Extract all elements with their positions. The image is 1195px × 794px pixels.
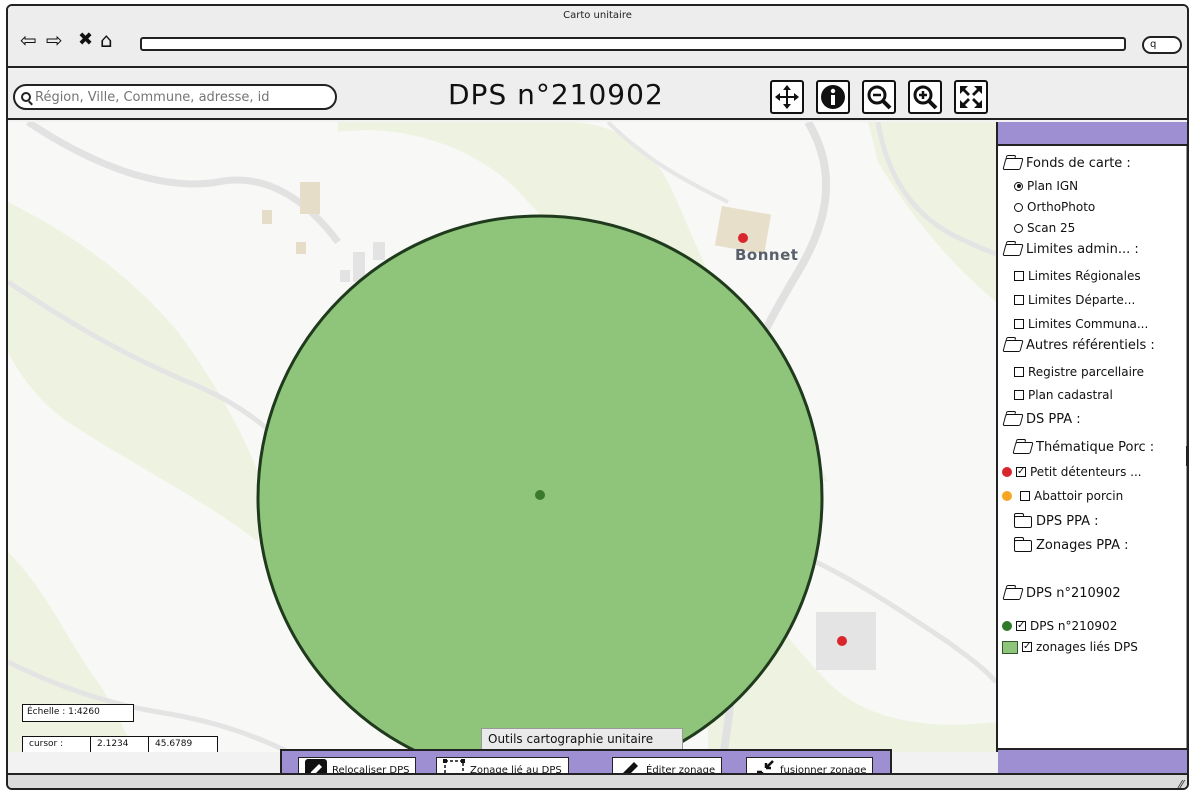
zoom-in-icon[interactable] xyxy=(908,80,942,114)
basemap-label: Scan 25 xyxy=(1027,221,1076,235)
layer-label: Plan cadastral xyxy=(1028,388,1113,402)
home-icon[interactable]: ⌂ xyxy=(100,30,113,50)
layer-label: Abattoir porcin xyxy=(1034,489,1124,503)
browser-search-glyph: q xyxy=(1150,39,1157,50)
layer-registre-parcellaire[interactable]: Registre parcellaire xyxy=(1014,364,1144,380)
folder-icon xyxy=(1013,537,1032,552)
group-dps-label: DPS n°210902 xyxy=(1026,586,1121,601)
map-view[interactable]: Bonnet Échelle : 1:4260 cursor : 2.1234 … xyxy=(8,122,996,752)
basemap-scan25[interactable]: Scan 25 xyxy=(1014,220,1075,236)
map-basemap xyxy=(8,122,996,752)
layer-petit-detenteurs[interactable]: Petit détenteurs ... xyxy=(1002,464,1142,480)
cursor-readout: cursor : 2.1234 45.6789 xyxy=(22,736,218,752)
group-ds-ppa[interactable]: DS PPA : xyxy=(1002,412,1081,428)
group-basemaps[interactable]: Fonds de carte : xyxy=(1002,156,1131,172)
checkbox-icon xyxy=(1014,295,1024,305)
layer-label: Limites Régionales xyxy=(1028,269,1141,283)
info-icon[interactable] xyxy=(816,80,850,114)
folder-open-icon xyxy=(1002,414,1024,426)
group-thematique-porc[interactable]: Thématique Porc : xyxy=(1012,440,1155,456)
tools-caption: Outils cartographie unitaire xyxy=(481,728,683,750)
checkbox-checked-icon xyxy=(1022,639,1032,655)
layer-limites-departementales[interactable]: Limites Départe... xyxy=(1014,292,1135,308)
search-icon xyxy=(21,92,31,102)
pan-icon[interactable] xyxy=(770,80,804,114)
zoom-out-icon[interactable] xyxy=(862,80,896,114)
group-admin-label: Limites admin... : xyxy=(1026,242,1139,257)
scale-readout: Échelle : 1:4260 xyxy=(22,704,134,722)
folder-icon xyxy=(1013,513,1032,528)
forward-icon[interactable]: ⇨ xyxy=(46,30,63,50)
layer-label: DPS n°210902 xyxy=(1030,619,1118,633)
checkbox-checked-icon xyxy=(1016,464,1026,480)
layer-panel-footer xyxy=(998,748,1187,774)
layer-label: zonages liés DPS xyxy=(1036,640,1138,654)
checkbox-icon xyxy=(1014,367,1024,377)
map-toolbar: DPS n°210902 xyxy=(8,70,1187,120)
app-window: Carto unitaire ⇦ ⇨ ✖ ⌂ q DPS n°210902 xyxy=(6,4,1189,790)
group-dps-ppa[interactable]: DPS PPA : xyxy=(1013,513,1099,530)
radio-selected-icon xyxy=(1014,181,1023,191)
layer-abattoir-porcin[interactable]: Abattoir porcin xyxy=(1002,488,1123,504)
folder-open-icon xyxy=(1002,340,1024,352)
folder-open-icon xyxy=(1002,158,1024,170)
zone-swatch-icon xyxy=(1002,640,1018,654)
back-icon[interactable]: ⇦ xyxy=(20,30,37,50)
group-dps-ppa-label: DPS PPA : xyxy=(1036,514,1099,529)
layer-label: Petit détenteurs ... xyxy=(1030,465,1142,479)
page-title: DPS n°210902 xyxy=(448,78,664,111)
basemap-label: Plan IGN xyxy=(1027,179,1079,193)
close-icon[interactable]: ✖ xyxy=(78,30,93,50)
fullscreen-icon[interactable] xyxy=(954,80,988,114)
address-bar[interactable] xyxy=(140,37,1126,51)
layer-zonages-lies-dps[interactable]: zonages liés DPS xyxy=(1002,639,1138,655)
window-title: Carto unitaire xyxy=(563,10,632,21)
group-admin[interactable]: Limites admin... : xyxy=(1002,242,1139,258)
basemap-label: OrthoPhoto xyxy=(1027,200,1096,214)
layer-label: Limites Communa... xyxy=(1028,317,1149,331)
status-bar: ⁄⁄ xyxy=(8,773,1187,788)
basemap-orthophoto[interactable]: OrthoPhoto xyxy=(1014,199,1095,215)
layer-panel-scroll-thumb[interactable] xyxy=(1186,446,1187,466)
checkbox-icon xyxy=(1014,271,1024,281)
orange-dot-icon xyxy=(1002,491,1012,501)
group-dps[interactable]: DPS n°210902 xyxy=(1002,586,1121,602)
cursor-y-value: 45.6789 xyxy=(155,739,193,749)
search-input[interactable] xyxy=(13,84,337,110)
checkbox-icon xyxy=(1020,491,1030,501)
group-zonages-ppa[interactable]: Zonages PPA : xyxy=(1013,537,1129,554)
group-thematique-label: Thématique Porc : xyxy=(1036,440,1155,455)
layer-limites-regionales[interactable]: Limites Régionales xyxy=(1014,268,1141,284)
layer-panel: Fonds de carte : Plan IGN OrthoPhoto Sca… xyxy=(996,122,1187,774)
resize-grip-icon[interactable]: ⁄⁄ xyxy=(1179,778,1183,788)
radio-icon xyxy=(1014,202,1023,212)
layer-dps-point[interactable]: DPS n°210902 xyxy=(1002,618,1117,634)
browser-search-button[interactable]: q xyxy=(1142,36,1182,54)
cursor-x-value: 2.1234 xyxy=(91,737,149,752)
folder-open-icon xyxy=(1002,588,1024,600)
checkbox-icon xyxy=(1014,319,1024,329)
checkbox-icon xyxy=(1014,390,1024,400)
group-basemaps-label: Fonds de carte : xyxy=(1026,156,1131,171)
layer-panel-header xyxy=(998,122,1187,146)
checkbox-checked-icon xyxy=(1016,618,1026,634)
layer-limites-communales[interactable]: Limites Communa... xyxy=(1014,316,1148,332)
layer-label: Registre parcellaire xyxy=(1028,365,1144,379)
group-ds-ppa-label: DS PPA : xyxy=(1026,412,1081,427)
group-other-label: Autres référentiels : xyxy=(1026,338,1155,353)
browser-titlebar: Carto unitaire ⇦ ⇨ ✖ ⌂ q xyxy=(8,6,1187,68)
green-dot-icon xyxy=(1002,621,1012,631)
red-dot-icon xyxy=(1002,467,1012,477)
layer-plan-cadastral[interactable]: Plan cadastral xyxy=(1014,387,1113,403)
folder-open-icon xyxy=(1012,442,1034,454)
place-label-bonnet: Bonnet xyxy=(735,246,799,264)
group-zonages-ppa-label: Zonages PPA : xyxy=(1036,538,1129,553)
folder-open-icon xyxy=(1002,244,1024,256)
group-other[interactable]: Autres référentiels : xyxy=(1002,338,1155,354)
layer-label: Limites Départe... xyxy=(1028,293,1136,307)
basemap-plan-ign[interactable]: Plan IGN xyxy=(1014,178,1078,194)
radio-icon xyxy=(1014,223,1023,233)
cursor-label: cursor : xyxy=(23,737,91,752)
